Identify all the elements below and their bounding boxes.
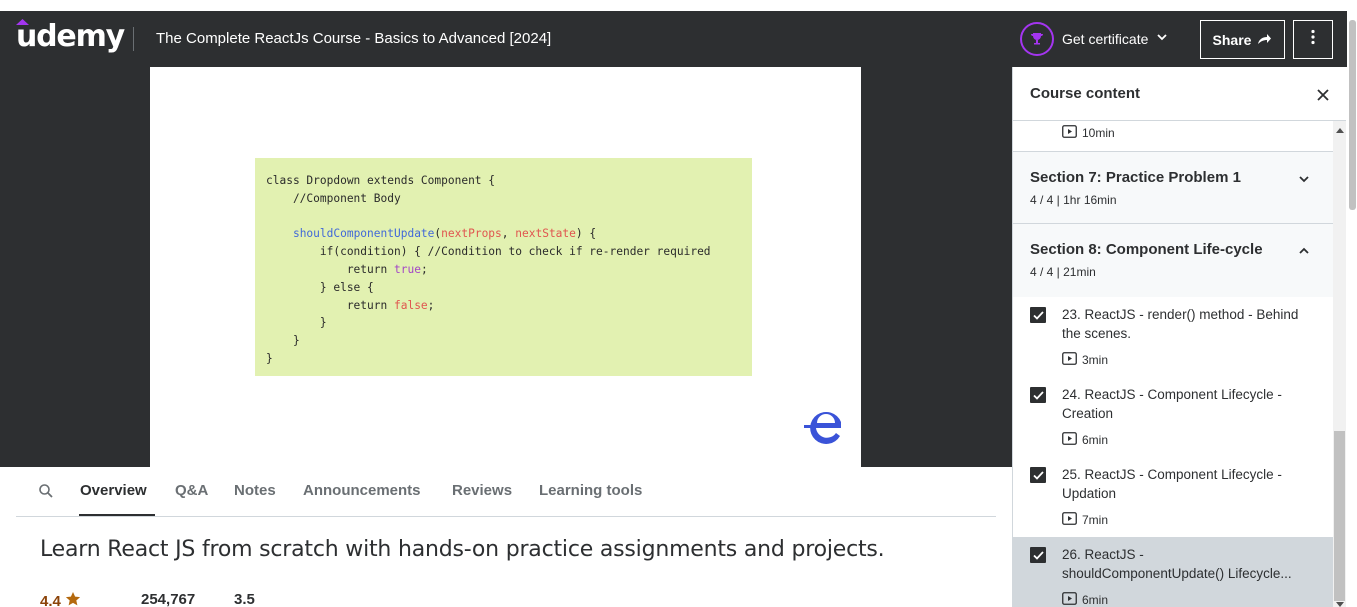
play-video-icon: [1062, 432, 1077, 448]
lecture-item-current[interactable]: 26. ReactJS - shouldComponentUpdate() Li…: [1013, 537, 1333, 607]
close-icon[interactable]: [1315, 87, 1331, 108]
scroll-up-arrow-icon[interactable]: [1336, 128, 1344, 133]
chevron-down-icon: [1297, 172, 1311, 191]
checkbox-checked-icon[interactable]: [1030, 547, 1046, 563]
checkbox-checked-icon[interactable]: [1030, 467, 1046, 483]
active-tab-indicator: [79, 514, 155, 516]
chevron-down-icon: [1156, 30, 1168, 48]
lecture-title: 24. ReactJS - Component Lifecycle - Crea…: [1062, 387, 1282, 421]
tab-notes[interactable]: Notes: [234, 482, 276, 499]
code-snippet: class Dropdown extends Component { //Com…: [255, 158, 752, 376]
course-tabs: Overview Q&A Notes Announcements Reviews…: [16, 467, 996, 517]
star-icon: [65, 591, 81, 607]
course-title[interactable]: The Complete ReactJs Course - Basics to …: [156, 30, 551, 47]
lecture-title: 23. ReactJS - render() method - Behind t…: [1062, 307, 1299, 341]
certificate-label: Get certificate: [1062, 31, 1149, 47]
course-rating: 4.4: [40, 591, 81, 607]
lecture-title: 25. ReactJS - Component Lifecycle - Upda…: [1062, 467, 1282, 501]
total-hours: 3.5 hours: [234, 591, 255, 607]
page-scroll-thumb[interactable]: [1349, 20, 1356, 210]
play-video-icon: [1062, 512, 1077, 528]
sidebar-scroll-thumb[interactable]: [1334, 431, 1345, 601]
tab-learning-tools[interactable]: Learning tools: [539, 482, 642, 499]
lecture-duration: 6min: [1062, 432, 1108, 448]
section-meta: 4 / 4 | 21min: [1030, 265, 1096, 279]
instructor-logo-icon: [804, 408, 844, 449]
sidebar-header: Course content: [1013, 67, 1346, 121]
tab-qa[interactable]: Q&A: [175, 482, 208, 499]
top-strip: [0, 0, 1357, 11]
lecture-item[interactable]: 24. ReactJS - Component Lifecycle - Crea…: [1013, 377, 1333, 457]
play-video-icon: [1062, 352, 1077, 368]
share-button[interactable]: Share: [1200, 20, 1285, 59]
section-7-header[interactable]: Section 7: Practice Problem 1 4 / 4 | 1h…: [1013, 151, 1333, 224]
section-title: Section 7: Practice Problem 1: [1030, 169, 1241, 186]
lecture-duration: 3min: [1062, 352, 1108, 368]
more-options-button[interactable]: [1293, 20, 1333, 59]
students-count: 254,767: [141, 591, 196, 607]
trophy-icon: [1020, 22, 1054, 56]
lecture-title: 26. ReactJS - shouldComponentUpdate() Li…: [1062, 547, 1292, 581]
search-icon[interactable]: [38, 483, 54, 504]
tab-reviews[interactable]: Reviews: [452, 482, 512, 499]
section-8-header[interactable]: Section 8: Component Life-cycle 4 / 4 | …: [1013, 224, 1333, 297]
rating-value: 4.4: [40, 592, 61, 607]
course-headline: Learn React JS from scratch with hands-o…: [40, 537, 885, 562]
sidebar-title: Course content: [1030, 85, 1141, 102]
previous-lecture-duration: 10min: [1062, 125, 1115, 141]
lecture-duration: 7min: [1062, 512, 1108, 528]
scroll-down-arrow-icon[interactable]: [1336, 602, 1344, 607]
app-header: udemy The Complete ReactJs Course - Basi…: [0, 11, 1357, 67]
share-label: Share: [1212, 31, 1252, 48]
checkbox-checked-icon[interactable]: [1030, 387, 1046, 403]
lecture-item[interactable]: 23. ReactJS - render() method - Behind t…: [1013, 297, 1333, 377]
share-arrow-icon: [1257, 32, 1272, 48]
chevron-up-icon: [1297, 244, 1311, 263]
more-vertical-icon: [1311, 29, 1315, 50]
udemy-logo[interactable]: udemy: [16, 19, 125, 54]
logo-text: udemy: [16, 19, 125, 54]
lecture-item[interactable]: 25. ReactJS - Component Lifecycle - Upda…: [1013, 457, 1333, 537]
section-title: Section 8: Component Life-cycle: [1030, 241, 1263, 258]
play-video-icon: [1062, 125, 1077, 141]
tab-announcements[interactable]: Announcements: [303, 482, 421, 499]
get-certificate-button[interactable]: Get certificate: [1020, 21, 1168, 57]
header-divider: [133, 27, 134, 51]
section-meta: 4 / 4 | 1hr 16min: [1030, 193, 1117, 207]
checkbox-checked-icon[interactable]: [1030, 307, 1046, 323]
play-video-icon: [1062, 592, 1077, 607]
lecture-duration: 6min: [1062, 592, 1108, 607]
tab-overview[interactable]: Overview: [80, 482, 147, 499]
